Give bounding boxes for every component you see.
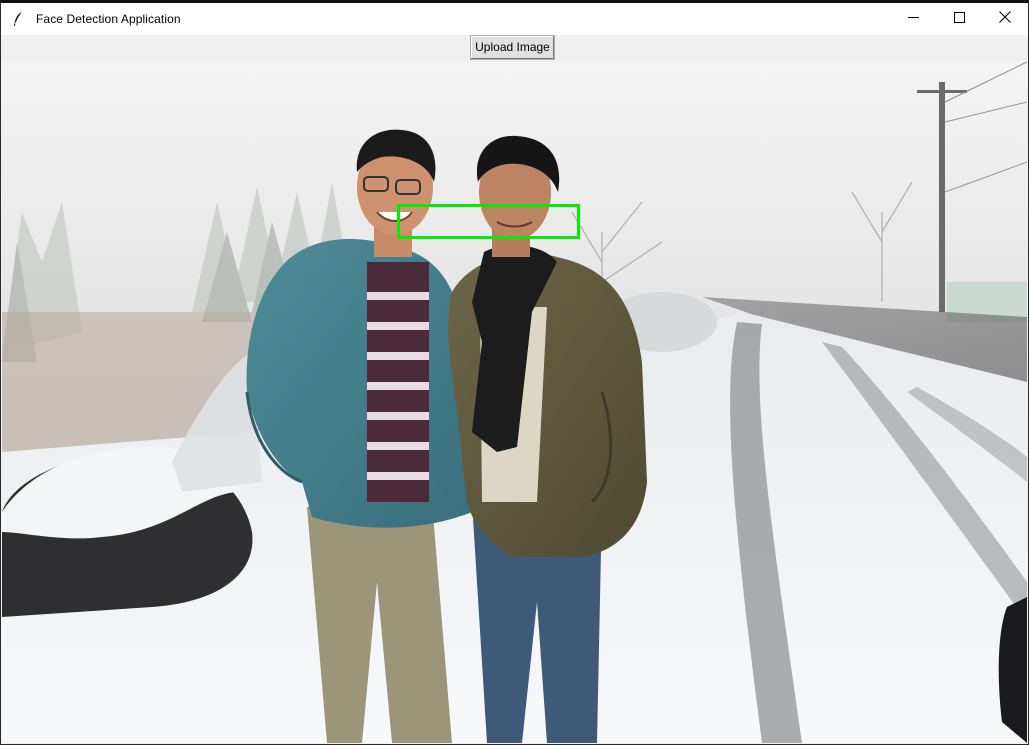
app-window: Face Detection Application Upload Image: [0, 0, 1029, 745]
minimize-button[interactable]: [890, 3, 936, 35]
close-icon: [999, 10, 1011, 28]
window-title: Face Detection Application: [36, 12, 181, 26]
image-canvas: [2, 62, 1027, 743]
photo-two-men-snowy-road: [2, 62, 1027, 743]
close-button[interactable]: [982, 3, 1028, 35]
feather-icon: [10, 11, 26, 27]
maximize-button[interactable]: [936, 3, 982, 35]
face-detection-box: [397, 204, 580, 239]
window-controls: [890, 3, 1028, 35]
title-bar[interactable]: Face Detection Application: [1, 3, 1028, 35]
toolbar: Upload Image: [1, 35, 1028, 62]
maximize-icon: [953, 10, 965, 28]
minimize-icon: [907, 10, 919, 28]
upload-image-button[interactable]: Upload Image: [470, 35, 555, 60]
